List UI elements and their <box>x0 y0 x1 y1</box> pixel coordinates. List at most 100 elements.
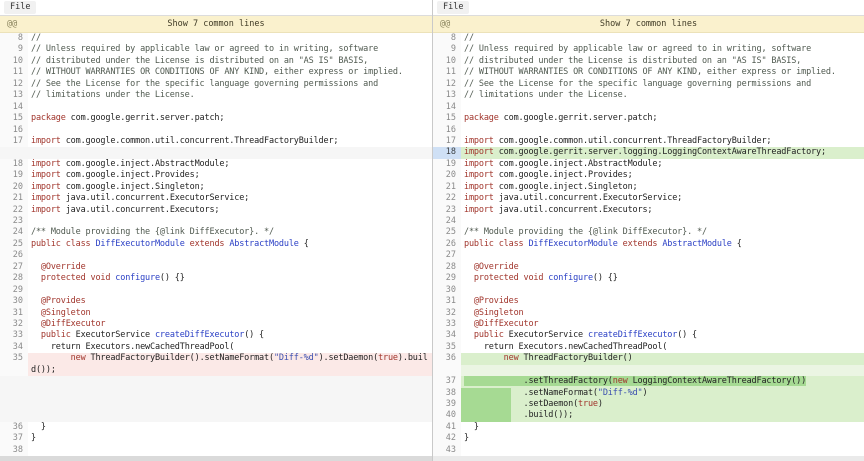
line-number[interactable]: 14 <box>0 102 28 113</box>
code-line <box>28 376 432 387</box>
line-number[interactable]: 10 <box>0 56 28 67</box>
line-number[interactable]: 36 <box>433 353 461 364</box>
line-number[interactable]: 11 <box>0 67 28 78</box>
line-number[interactable]: 29 <box>0 285 28 296</box>
line-number[interactable]: 37 <box>0 433 28 444</box>
code-token: ExecutorService <box>71 330 155 340</box>
line-number[interactable]: 27 <box>433 250 461 261</box>
line-number[interactable]: 16 <box>0 125 28 136</box>
line-number[interactable]: 29 <box>433 273 461 284</box>
line-number[interactable]: 13 <box>433 90 461 101</box>
code-line <box>461 365 864 376</box>
code-line: // <box>28 33 432 44</box>
line-number[interactable] <box>0 147 28 158</box>
line-number[interactable]: 24 <box>433 216 461 227</box>
diff-row: 12// See the License for the specific la… <box>0 79 432 90</box>
line-number[interactable]: 22 <box>0 205 28 216</box>
code-token <box>31 330 41 340</box>
line-number[interactable]: 17 <box>433 136 461 147</box>
line-number[interactable] <box>0 399 28 410</box>
code-line: /** Module providing the {@link DiffExec… <box>461 227 864 238</box>
line-number[interactable]: 23 <box>0 216 28 227</box>
line-number[interactable]: 20 <box>0 182 28 193</box>
line-number[interactable]: 15 <box>433 113 461 124</box>
line-number[interactable]: 27 <box>0 262 28 273</box>
side-by-side-diff: File @@ Show 7 common lines 8//9// Unles… <box>0 0 864 461</box>
line-number[interactable]: 19 <box>433 159 461 170</box>
line-number[interactable]: 30 <box>433 285 461 296</box>
line-number[interactable]: 38 <box>433 388 461 399</box>
line-number[interactable]: 25 <box>433 227 461 238</box>
diff-row <box>433 365 864 376</box>
line-number[interactable]: 18 <box>433 147 461 158</box>
line-number[interactable]: 23 <box>433 205 461 216</box>
code-token: import <box>31 182 61 192</box>
line-number[interactable] <box>0 376 28 387</box>
file-menu-button[interactable]: File <box>4 1 36 14</box>
line-number[interactable]: 35 <box>0 353 28 376</box>
line-number[interactable]: 32 <box>433 308 461 319</box>
code-line: import com.google.inject.AbstractModule; <box>28 159 432 170</box>
line-number[interactable]: 39 <box>433 399 461 410</box>
line-number[interactable]: 34 <box>0 342 28 353</box>
line-number[interactable]: 25 <box>0 239 28 250</box>
line-number[interactable]: 43 <box>433 445 461 456</box>
line-number[interactable]: 33 <box>433 319 461 330</box>
line-number[interactable]: 31 <box>433 296 461 307</box>
line-number[interactable]: 11 <box>433 67 461 78</box>
line-number[interactable]: 37 <box>433 376 461 387</box>
line-number[interactable]: 20 <box>433 170 461 181</box>
code-line: import com.google.inject.AbstractModule; <box>461 159 864 170</box>
line-number[interactable]: 14 <box>433 102 461 113</box>
line-number[interactable]: 18 <box>0 159 28 170</box>
diff-row: 17import com.google.common.util.concurre… <box>0 136 432 147</box>
line-number[interactable]: 40 <box>433 410 461 421</box>
line-number[interactable]: 33 <box>0 330 28 341</box>
file-menu-button[interactable]: File <box>437 1 469 14</box>
diff-row: 23 <box>0 216 432 227</box>
line-number[interactable]: 28 <box>0 273 28 284</box>
line-number[interactable]: 34 <box>433 330 461 341</box>
line-number[interactable]: 19 <box>0 170 28 181</box>
line-number[interactable]: 38 <box>0 445 28 456</box>
code-token: import <box>464 159 494 169</box>
line-number[interactable] <box>0 410 28 421</box>
line-number[interactable]: 41 <box>433 422 461 433</box>
line-number[interactable] <box>0 388 28 399</box>
line-number[interactable]: 10 <box>433 56 461 67</box>
line-number[interactable]: 30 <box>0 296 28 307</box>
line-number[interactable]: 22 <box>433 193 461 204</box>
line-number[interactable]: 9 <box>0 44 28 55</box>
line-number[interactable]: 32 <box>0 319 28 330</box>
intraline-added-text: .setThreadFactory(new LoggingContextAwar… <box>464 376 806 386</box>
line-number[interactable]: 24 <box>0 227 28 238</box>
line-number[interactable]: 21 <box>0 193 28 204</box>
code-token: com.google.gerrit.server.patch; <box>499 113 658 123</box>
diff-row: 8// <box>0 33 432 44</box>
line-number[interactable] <box>433 365 461 376</box>
line-number[interactable]: 17 <box>0 136 28 147</box>
line-number[interactable]: 12 <box>433 79 461 90</box>
line-number[interactable]: 15 <box>0 113 28 124</box>
code-line: import com.google.gerrit.server.logging.… <box>461 147 864 158</box>
line-number[interactable]: 36 <box>0 422 28 433</box>
code-token: com.google.inject.Singleton; <box>494 182 638 192</box>
line-number[interactable]: 35 <box>433 342 461 353</box>
line-number[interactable]: 31 <box>0 308 28 319</box>
code-token: // limitations under the License. <box>31 90 195 100</box>
line-number[interactable]: 26 <box>433 239 461 250</box>
line-number[interactable]: 13 <box>0 90 28 101</box>
line-number[interactable]: 21 <box>433 182 461 193</box>
line-number[interactable]: 12 <box>0 79 28 90</box>
line-number[interactable]: 8 <box>433 33 461 44</box>
line-number[interactable]: 28 <box>433 262 461 273</box>
line-number[interactable]: 42 <box>433 433 461 444</box>
show-common-lines-link[interactable]: Show 7 common lines <box>433 16 864 32</box>
line-number[interactable]: 9 <box>433 44 461 55</box>
line-number[interactable]: 8 <box>0 33 28 44</box>
line-number[interactable]: 16 <box>433 125 461 136</box>
code-token: () {} <box>593 273 618 283</box>
line-number[interactable]: 26 <box>0 250 28 261</box>
show-common-lines-link[interactable]: Show 7 common lines <box>0 16 432 32</box>
code-line: // WITHOUT WARRANTIES OR CONDITIONS OF A… <box>28 67 432 78</box>
